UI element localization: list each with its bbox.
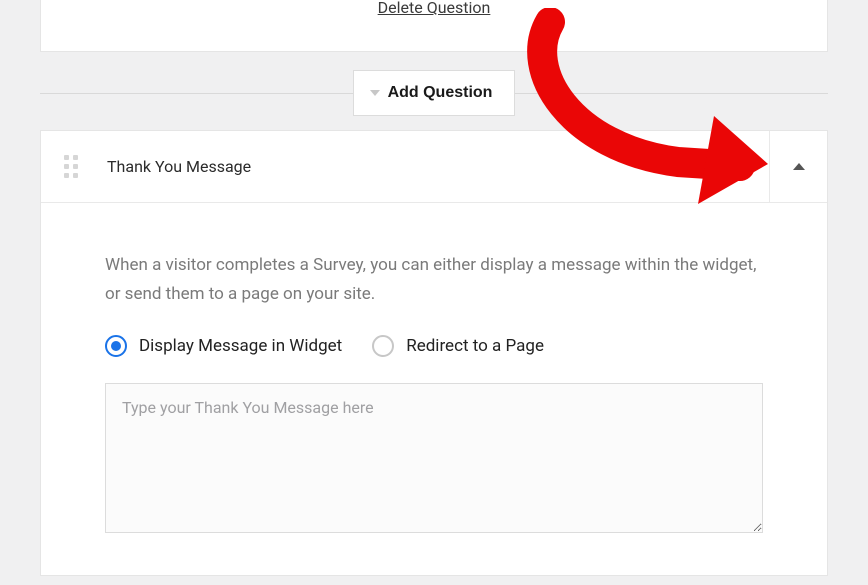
- thank-you-message-textarea[interactable]: [105, 383, 763, 533]
- help-text: When a visitor completes a Survey, you c…: [105, 251, 763, 309]
- radio-icon: [105, 335, 127, 357]
- previous-question-card: Delete Question: [40, 0, 828, 52]
- add-question-button[interactable]: Add Question: [353, 70, 516, 116]
- panel-header: Thank You Message Display Logic: [41, 131, 827, 203]
- chevron-down-icon: [370, 90, 380, 96]
- add-question-label: Add Question: [388, 84, 493, 102]
- radio-label: Display Message in Widget: [139, 336, 342, 356]
- delete-question-link[interactable]: Delete Question: [378, 0, 491, 21]
- panel-title: Thank You Message: [101, 157, 660, 176]
- radio-display-in-widget[interactable]: Display Message in Widget: [105, 335, 342, 357]
- panel-display-logic-label[interactable]: Display Logic: [660, 158, 769, 176]
- radio-icon: [372, 335, 394, 357]
- divider-right: [515, 93, 828, 94]
- thank-you-panel: Thank You Message Display Logic When a v…: [40, 130, 828, 576]
- add-question-row: Add Question: [40, 70, 828, 116]
- radio-redirect-to-page[interactable]: Redirect to a Page: [372, 335, 544, 357]
- panel-body: When a visitor completes a Survey, you c…: [41, 203, 827, 575]
- thank-you-mode-radio-group: Display Message in Widget Redirect to a …: [105, 335, 763, 357]
- divider-left: [40, 93, 353, 94]
- radio-label: Redirect to a Page: [406, 336, 544, 356]
- drag-handle-icon[interactable]: [41, 155, 101, 178]
- panel-collapse-button[interactable]: [769, 131, 827, 203]
- chevron-up-icon: [793, 163, 805, 170]
